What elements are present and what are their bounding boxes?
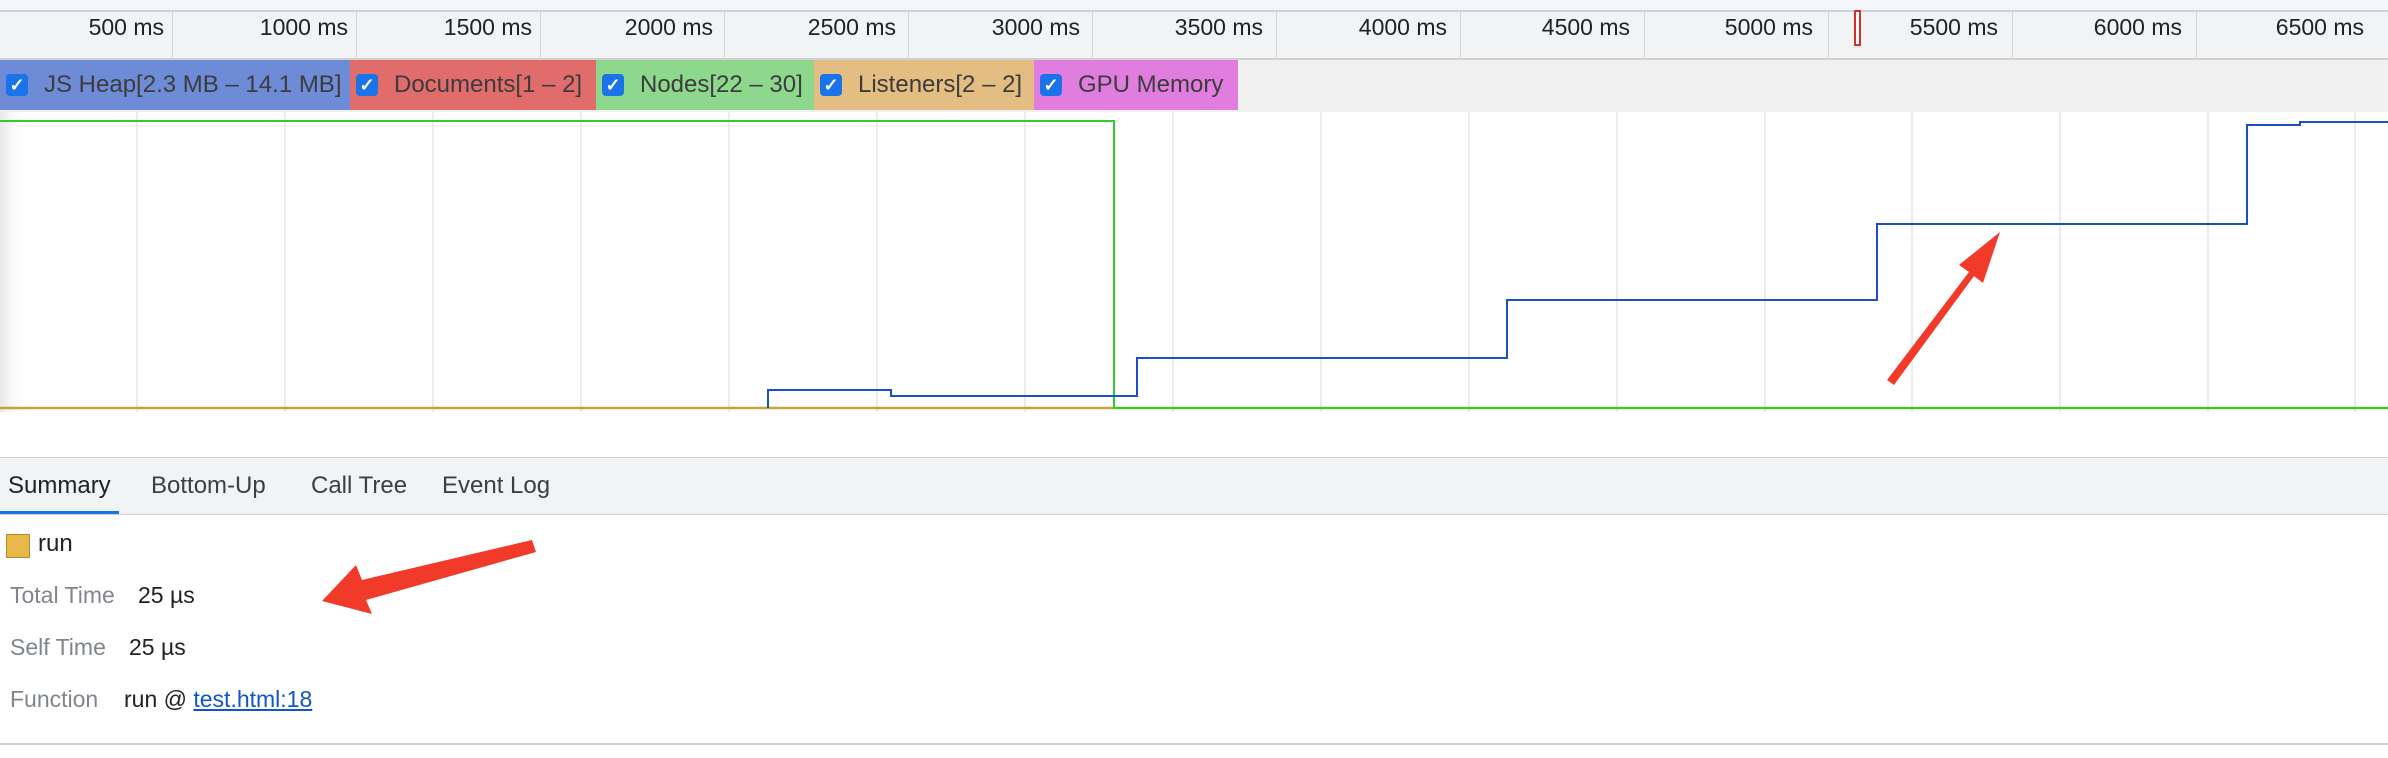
legend-label: Listeners[2 – 2] — [858, 71, 1023, 98]
checkbox-checked-icon[interactable]: ✓ — [1040, 74, 1062, 96]
ruler-tick-label: 500 ms — [88, 14, 164, 40]
checkbox-checked-icon[interactable]: ✓ — [602, 74, 624, 96]
ruler-tick-label: 2500 ms — [807, 14, 896, 40]
ruler-tick-label: 4500 ms — [1541, 14, 1630, 40]
checkbox-checked-icon[interactable]: ✓ — [820, 74, 842, 96]
ruler-gridline — [1644, 10, 1645, 58]
ruler-gridline — [2012, 10, 2013, 58]
ruler-gridline — [1460, 10, 1461, 58]
event-title: run — [38, 530, 73, 557]
ruler-gridline — [1092, 10, 1093, 58]
timeline-ruler[interactable]: 500 ms 1000 ms 1500 ms 2000 ms 2500 ms 3… — [0, 0, 2388, 60]
total-time-value: 25 µs — [138, 582, 195, 608]
self-time-value: 25 µs — [129, 634, 186, 660]
tab-summary[interactable]: Summary — [0, 458, 119, 514]
legend-documents[interactable]: ✓ Documents[1 – 2] — [350, 60, 596, 110]
source-link[interactable]: test.html:18 — [193, 686, 312, 712]
legend-label: Documents[1 – 2] — [394, 71, 583, 98]
legend-js-heap[interactable]: ✓ JS Heap[2.3 MB – 14.1 MB] — [0, 60, 350, 110]
tab-event-log[interactable]: Event Log — [434, 458, 558, 514]
tab-call-tree[interactable]: Call Tree — [303, 458, 415, 514]
ruler-tick-label: 5000 ms — [1724, 14, 1813, 40]
self-time-label: Self Time — [10, 634, 106, 660]
ruler-gridline — [172, 10, 173, 58]
function-label: Function — [10, 686, 99, 712]
tab-bottom-up[interactable]: Bottom-Up — [143, 458, 274, 514]
panel-bottom-border — [0, 743, 2388, 745]
legend-label: JS Heap[2.3 MB – 14.1 MB] — [44, 71, 342, 98]
memory-graph[interactable] — [0, 112, 2388, 412]
checkbox-checked-icon[interactable]: ✓ — [356, 74, 378, 96]
checkbox-checked-icon[interactable]: ✓ — [6, 74, 28, 96]
legend-listeners[interactable]: ✓ Listeners[2 – 2] — [814, 60, 1034, 110]
legend-label: Nodes[22 – 30] — [640, 71, 803, 98]
legend-gpu-memory[interactable]: ✓ GPU Memory — [1034, 60, 1238, 110]
ruler-tick-label: 6000 ms — [2093, 14, 2182, 40]
left-fade — [0, 112, 28, 412]
ruler-tick-label: 6500 ms — [2275, 14, 2364, 40]
documents-series — [0, 120, 2388, 409]
ruler-tick-label: 3500 ms — [1174, 14, 1263, 40]
legend-nodes[interactable]: ✓ Nodes[22 – 30] — [596, 60, 814, 110]
ruler-gridline — [540, 10, 541, 58]
ruler-gridline — [356, 10, 357, 58]
summary-panel: run Total Time 25 µs Self Time 25 µs Fun… — [0, 514, 2388, 744]
ruler-tick-label: 1500 ms — [443, 14, 532, 40]
details-tabbar: Summary Bottom-Up Call Tree Event Log — [0, 457, 2388, 515]
category-color-swatch — [6, 534, 30, 558]
function-value: run @ test.html:18 — [124, 686, 312, 713]
ruler-gridline — [908, 10, 909, 58]
ruler-tick-label: 1000 ms — [259, 14, 348, 40]
ruler-gridline — [1828, 10, 1829, 58]
total-time-label: Total Time — [10, 582, 115, 608]
ruler-gridline — [1276, 10, 1277, 58]
counters-legend: ✓ JS Heap[2.3 MB – 14.1 MB] ✓ Documents[… — [0, 60, 2388, 113]
ruler-tick-label: 2000 ms — [624, 14, 713, 40]
graph-gridlines — [136, 112, 2356, 412]
overview-strip[interactable] — [0, 0, 2388, 12]
ruler-gridline — [2196, 10, 2197, 58]
legend-label: GPU Memory — [1078, 71, 1224, 98]
ruler-tick-label: 4000 ms — [1358, 14, 1447, 40]
selection-marker[interactable] — [1854, 10, 1861, 46]
js-heap-series — [767, 121, 2388, 408]
ruler-gridline — [724, 10, 725, 58]
ruler-tick-label: 3000 ms — [991, 14, 1080, 40]
function-name: run @ — [124, 686, 194, 712]
ruler-tick-label: 5500 ms — [1909, 14, 1998, 40]
